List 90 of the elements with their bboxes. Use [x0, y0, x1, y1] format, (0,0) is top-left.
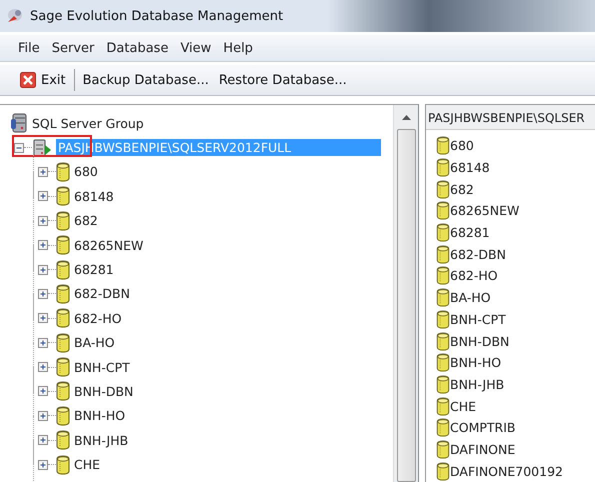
list-item[interactable]: BA-HO	[450, 289, 491, 306]
expander-icon[interactable]	[38, 288, 48, 299]
list-item[interactable]: 68265NEW	[450, 202, 520, 220]
close-icon	[20, 72, 36, 88]
list-item[interactable]: DAFINONE700192	[450, 462, 563, 480]
database-icon	[56, 235, 70, 256]
database-icon	[56, 332, 70, 353]
expander-icon[interactable]	[38, 362, 48, 372]
expander-icon[interactable]	[38, 435, 48, 446]
menu-item[interactable]: View	[180, 40, 212, 56]
list-item[interactable]: BNH-HO	[450, 354, 502, 372]
tree-item[interactable]: 68148	[74, 188, 114, 205]
expander-icon[interactable]	[38, 264, 48, 275]
expander-icon[interactable]	[14, 142, 24, 153]
menu-item[interactable]: Database	[106, 40, 168, 56]
list-item[interactable]: COMPTRIB	[450, 419, 516, 436]
database-icon	[56, 186, 70, 206]
scroll-up-icon[interactable]	[402, 115, 410, 120]
menu-item[interactable]: Help	[223, 40, 253, 56]
list-item[interactable]: 680	[450, 137, 474, 154]
app-icon	[6, 7, 24, 25]
database-icon	[56, 381, 70, 402]
list-item[interactable]: CHE	[450, 398, 476, 415]
database-icon	[56, 284, 70, 304]
tree-item[interactable]: BNH-DBN	[74, 382, 134, 400]
tree-item[interactable]: BNH-HO	[74, 407, 126, 424]
expander-icon[interactable]	[38, 166, 48, 177]
tree-item[interactable]: 68281	[74, 261, 114, 278]
database-icon	[436, 266, 450, 286]
database-icon	[56, 210, 70, 231]
list-item[interactable]: BNH-DBN	[450, 332, 510, 350]
tree-item[interactable]: BA-HO	[74, 334, 115, 352]
database-icon	[436, 288, 450, 308]
tree-item[interactable]: BNH-CPT	[74, 358, 130, 376]
expander-icon[interactable]	[38, 191, 48, 202]
list-item[interactable]: BNH-CPT	[450, 310, 506, 328]
expander-icon[interactable]	[38, 313, 48, 324]
expander-icon[interactable]	[38, 386, 48, 396]
database-icon	[436, 201, 450, 220]
menu-item[interactable]: Server	[52, 40, 94, 56]
tree-item[interactable]: BNH-JHB	[74, 432, 128, 449]
expander-icon[interactable]	[38, 410, 48, 421]
window-title: Sage Evolution Database Management	[30, 8, 284, 24]
database-icon	[56, 260, 70, 280]
database-icon	[436, 353, 450, 372]
database-icon	[436, 440, 450, 459]
tree-item[interactable]: CHE	[74, 456, 100, 474]
tree-item[interactable]: 682	[74, 212, 98, 230]
database-icon	[436, 158, 450, 178]
database-icon	[436, 374, 450, 394]
expander-icon[interactable]	[38, 216, 48, 226]
list-item[interactable]: 68281	[450, 224, 490, 242]
database-icon	[56, 430, 70, 450]
expander-icon[interactable]	[38, 338, 48, 348]
tree-item[interactable]: 68265NEW	[74, 236, 144, 254]
tree-item[interactable]: 680	[74, 163, 98, 180]
list-item[interactable]: 68148	[450, 159, 490, 176]
database-icon	[436, 180, 450, 199]
toolbar-button[interactable]: Restore Database...	[216, 70, 349, 90]
expander-icon[interactable]	[38, 240, 48, 250]
database-icon	[56, 308, 70, 328]
scrollbar[interactable]	[393, 105, 418, 482]
database-icon	[56, 162, 70, 182]
database-icon	[56, 357, 70, 378]
menu-item[interactable]: File	[18, 40, 40, 56]
database-icon	[436, 223, 450, 242]
database-icon	[436, 310, 450, 329]
database-icon	[436, 332, 450, 351]
database-icon	[436, 462, 450, 481]
exit-button[interactable]: Exit	[18, 70, 68, 90]
database-icon	[56, 454, 70, 475]
list-item[interactable]: DAFINONE	[450, 440, 516, 458]
toolbar-button[interactable]: Backup Database...	[80, 70, 211, 90]
database-icon	[436, 418, 450, 438]
list-item[interactable]: BNH-JHB	[450, 376, 504, 393]
tree-item[interactable]: SQL Server Group	[32, 114, 144, 132]
list-item[interactable]: 682-HO	[450, 267, 498, 284]
database-icon	[436, 244, 450, 264]
database-icon	[56, 406, 70, 426]
list-item[interactable]: 682	[450, 180, 474, 198]
scrollbar-thumb[interactable]	[396, 129, 416, 482]
list-item[interactable]: 682-DBN	[450, 246, 506, 263]
panel-header: PASJHBWSBENPIE\SQLSER	[426, 105, 595, 130]
tree-item[interactable]: 682-HO	[74, 310, 122, 327]
database-icon	[436, 396, 450, 416]
server-icon	[32, 138, 52, 158]
server-group-icon	[10, 113, 28, 134]
database-icon	[436, 136, 450, 156]
expander-icon[interactable]	[38, 460, 48, 470]
tree-item[interactable]: 682-DBN	[74, 285, 130, 302]
